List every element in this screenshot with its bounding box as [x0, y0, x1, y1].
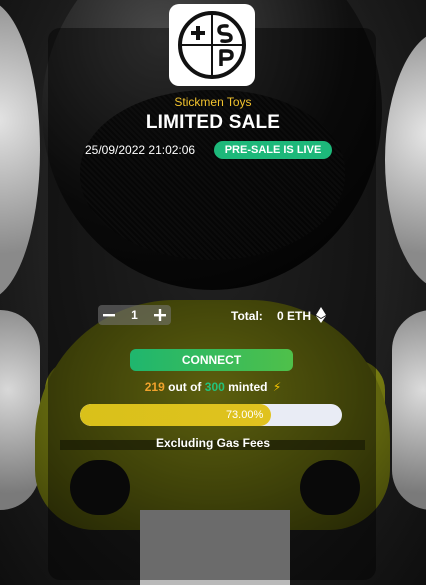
- mint-progress-bar: 73.00%: [80, 404, 342, 426]
- minted-total: 300: [204, 380, 225, 394]
- quantity-stepper: 1: [98, 305, 171, 325]
- minted-separator: out of: [164, 380, 205, 394]
- progress-label: 73.00%: [225, 409, 264, 421]
- minted-suffix: minted: [224, 380, 268, 394]
- sp-plus-logo-icon: [178, 11, 246, 79]
- brand-name: Stickmen Toys: [174, 95, 252, 109]
- minted-count: 219 out of 300 minted ⚡: [0, 380, 426, 394]
- minus-icon: [103, 314, 115, 317]
- background-toy-right: [385, 30, 426, 290]
- background-toy-right-lower: [392, 310, 426, 510]
- background-toy-left-lower: [0, 310, 40, 510]
- ethereum-icon: [316, 307, 326, 323]
- decrement-button[interactable]: [98, 305, 120, 325]
- sale-datetime: 25/09/2022 21:02:06: [85, 143, 196, 157]
- sale-card: [48, 28, 376, 580]
- status-badge: PRE-SALE IS LIVE: [214, 141, 332, 159]
- page-title: LIMITED SALE: [145, 112, 281, 133]
- quantity-value: 1: [131, 308, 138, 322]
- connect-button[interactable]: CONNECT: [130, 349, 293, 371]
- minted-current: 219: [144, 380, 165, 394]
- total-label: Total:: [231, 309, 263, 323]
- increment-button[interactable]: [149, 305, 171, 325]
- total-value: 0 ETH: [277, 309, 312, 323]
- gas-fee-note: Excluding Gas Fees: [155, 436, 271, 450]
- lightning-bolt-icon: ⚡: [272, 380, 282, 394]
- brand-logo[interactable]: [169, 4, 255, 86]
- plus-icon: [154, 309, 166, 321]
- background-toy-left: [0, 0, 40, 300]
